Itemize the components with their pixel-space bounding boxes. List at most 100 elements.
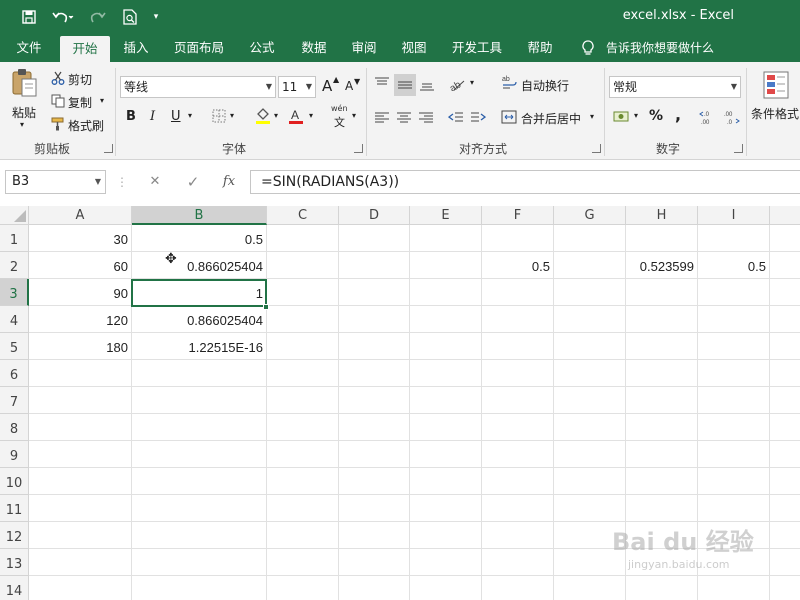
paste-button[interactable]: 粘贴: [12, 104, 36, 121]
copy-button[interactable]: 复制: [68, 94, 92, 111]
undo-icon[interactable]: [48, 7, 78, 27]
tab-view[interactable]: 视图: [392, 34, 436, 62]
currency-icon[interactable]: [612, 108, 632, 126]
paste-icon[interactable]: [10, 68, 40, 98]
copy-dropdown-icon[interactable]: ▾: [100, 96, 104, 105]
number-format-select[interactable]: 常规 ▼: [609, 76, 741, 98]
tab-developer[interactable]: 开发工具: [446, 34, 508, 62]
clipboard-launcher-icon[interactable]: [104, 144, 113, 153]
underline-button[interactable]: U: [171, 109, 181, 124]
customize-qat-icon[interactable]: ▾: [148, 7, 164, 27]
row-header-9[interactable]: 9: [0, 441, 29, 468]
underline-dropdown-icon[interactable]: ▾: [188, 111, 192, 120]
column-header-f[interactable]: F: [482, 206, 554, 225]
cancel-edit-button[interactable]: ✕: [142, 170, 168, 194]
cell-b4[interactable]: 0.866025404: [132, 306, 266, 333]
wrap-text-icon[interactable]: ab: [500, 73, 518, 91]
font-color-icon[interactable]: A: [287, 106, 305, 126]
tab-review[interactable]: 审阅: [342, 34, 386, 62]
format-painter-button[interactable]: 格式刷: [68, 117, 104, 134]
tab-data[interactable]: 数据: [292, 34, 336, 62]
tab-page-layout[interactable]: 页面布局: [168, 34, 230, 62]
cut-icon[interactable]: [50, 70, 66, 86]
cell-h2[interactable]: 0.523599: [626, 252, 697, 279]
alignment-launcher-icon[interactable]: [592, 144, 601, 153]
currency-dropdown-icon[interactable]: ▾: [634, 111, 638, 120]
cell-a4[interactable]: 120: [30, 306, 131, 333]
orientation-dropdown-icon[interactable]: ▾: [470, 78, 474, 87]
column-header-c[interactable]: C: [267, 206, 339, 225]
increase-font-size-button[interactable]: A: [322, 77, 332, 95]
column-header-i[interactable]: I: [698, 206, 770, 225]
row-header-5[interactable]: 5: [0, 333, 29, 360]
tab-file[interactable]: 文件: [6, 34, 52, 62]
middle-align-icon[interactable]: [394, 74, 416, 96]
confirm-edit-button[interactable]: ✓: [180, 170, 206, 194]
tell-me-search[interactable]: 告诉我你想要做什么: [606, 34, 720, 62]
formula-bar-splitter-icon[interactable]: ⋮: [116, 170, 128, 194]
redo-icon[interactable]: [84, 7, 114, 27]
wrap-text-button[interactable]: 自动换行: [521, 77, 569, 94]
worksheet-grid[interactable]: A B C D E F G H I 1 2 3 4 5 6 7 8 9 10 1…: [0, 206, 800, 600]
cell-i2[interactable]: 0.5: [698, 252, 769, 279]
merge-dropdown-icon[interactable]: ▾: [590, 112, 594, 121]
cell-f2[interactable]: 0.5: [482, 252, 553, 279]
column-header-j[interactable]: [770, 206, 800, 225]
borders-dropdown-icon[interactable]: ▾: [230, 111, 234, 120]
percent-button[interactable]: %: [649, 108, 663, 124]
row-header-2[interactable]: 2: [0, 252, 29, 279]
row-header-4[interactable]: 4: [0, 306, 29, 333]
italic-button[interactable]: I: [150, 109, 155, 124]
column-header-h[interactable]: H: [626, 206, 698, 225]
comma-button[interactable]: ,: [675, 105, 681, 124]
orientation-icon[interactable]: ab: [446, 74, 468, 94]
font-name-select[interactable]: 等线 ▼: [120, 76, 276, 98]
row-header-3[interactable]: 3: [0, 279, 29, 306]
align-right-icon[interactable]: [416, 108, 436, 128]
row-header-1[interactable]: 1: [0, 225, 29, 252]
cell-b1[interactable]: 0.5: [132, 225, 266, 252]
row-header-14[interactable]: 14: [0, 576, 29, 600]
decrease-decimal-icon[interactable]: .00.0: [721, 107, 741, 127]
decrease-font-size-button[interactable]: A: [345, 79, 353, 93]
conditional-formatting-button[interactable]: 条件格式: [751, 105, 799, 122]
column-header-g[interactable]: G: [554, 206, 626, 225]
top-align-icon[interactable]: [372, 74, 392, 94]
name-box[interactable]: B3 ▼: [5, 170, 106, 194]
increase-indent-icon[interactable]: [468, 108, 488, 128]
row-header-10[interactable]: 10: [0, 468, 29, 495]
fill-color-dropdown-icon[interactable]: ▾: [274, 111, 278, 120]
merge-center-button[interactable]: 合并后居中: [521, 110, 581, 127]
format-painter-icon[interactable]: [50, 116, 66, 132]
row-header-6[interactable]: 6: [0, 360, 29, 387]
decrease-indent-icon[interactable]: [446, 108, 466, 128]
column-header-a[interactable]: A: [29, 206, 132, 225]
cell-b2[interactable]: 0.866025404: [132, 252, 266, 279]
bottom-align-icon[interactable]: [417, 74, 437, 94]
align-left-icon[interactable]: [372, 108, 392, 128]
align-center-icon[interactable]: [394, 108, 414, 128]
column-header-e[interactable]: E: [410, 206, 482, 225]
active-cell-border[interactable]: [131, 279, 267, 307]
fill-color-icon[interactable]: [254, 106, 272, 126]
tab-home[interactable]: 开始: [60, 36, 110, 62]
row-header-7[interactable]: 7: [0, 387, 29, 414]
phonetic-button[interactable]: wén: [331, 104, 348, 113]
tab-help[interactable]: 帮助: [518, 34, 562, 62]
column-header-b[interactable]: B: [132, 206, 267, 225]
cut-button[interactable]: 剪切: [68, 71, 92, 88]
save-icon[interactable]: [18, 7, 40, 27]
tab-formulas[interactable]: 公式: [240, 34, 284, 62]
conditional-formatting-icon[interactable]: [762, 70, 790, 100]
bold-button[interactable]: B: [126, 109, 136, 124]
column-header-d[interactable]: D: [339, 206, 410, 225]
row-header-8[interactable]: 8: [0, 414, 29, 441]
cell-a1[interactable]: 30: [30, 225, 131, 252]
borders-icon[interactable]: [211, 108, 227, 124]
copy-icon[interactable]: [50, 93, 66, 109]
print-preview-icon[interactable]: [120, 7, 140, 27]
merge-center-icon[interactable]: [500, 108, 518, 126]
font-color-dropdown-icon[interactable]: ▾: [309, 111, 313, 120]
formula-input[interactable]: =SIN(RADIANS(A3)): [250, 170, 800, 194]
row-header-11[interactable]: 11: [0, 495, 29, 522]
